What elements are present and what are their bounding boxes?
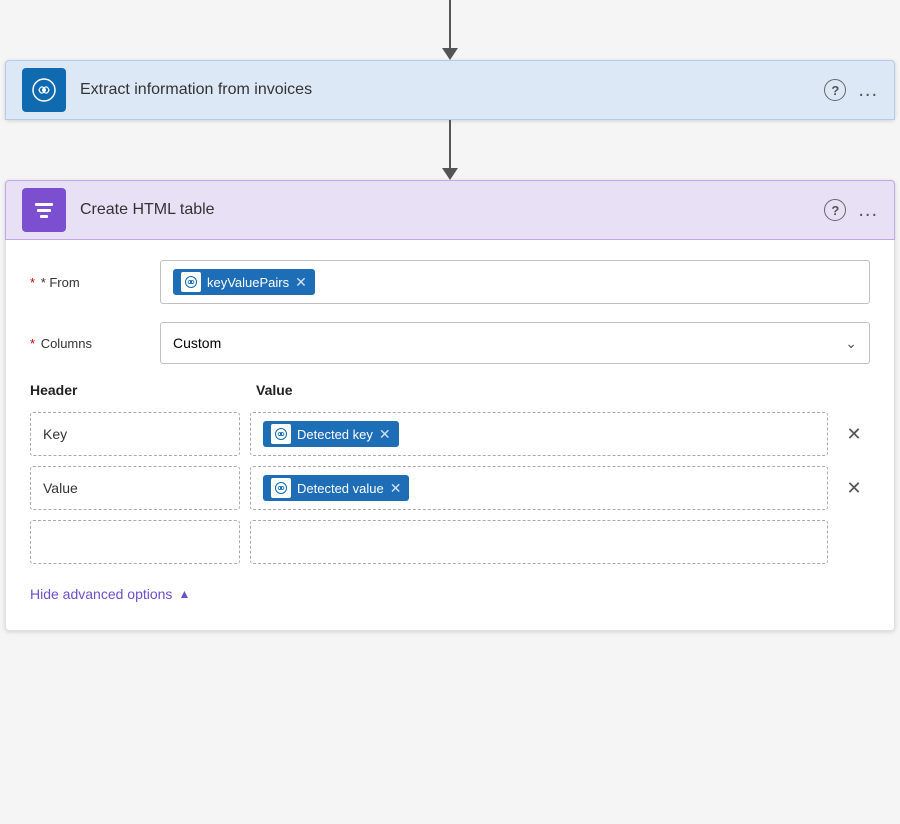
columns-header: Header Value [30,382,870,402]
from-token-chip: keyValuePairs ✕ [173,269,315,295]
html-table-card-body: * * From keyValuePairs ✕ [5,240,895,631]
row-key-value-cell[interactable]: Detected key ✕ [250,412,828,456]
row-empty-value-cell[interactable] [250,520,828,564]
from-row: * * From keyValuePairs ✕ [30,260,870,304]
columns-section: Header Value Key [30,382,870,564]
header-col-label: Header [30,382,240,398]
detected-value-chip-icon [271,478,291,498]
hide-advanced-options-label: Hide advanced options [30,586,172,602]
html-table-card: Create HTML table ? ... * * From [5,180,895,631]
row-key-header-cell[interactable]: Key [30,412,240,456]
html-table-card-header[interactable]: Create HTML table ? ... [5,180,895,240]
table-row: Value Detected value [30,466,870,510]
extract-card-header[interactable]: Extract information from invoices ? ... [5,60,895,120]
html-table-help-icon[interactable]: ? [824,199,846,221]
extract-card: Extract information from invoices ? ... [5,60,895,120]
row-value-delete-button[interactable]: ✕ [838,478,870,499]
html-table-card-actions: ? ... [824,199,878,222]
hide-advanced-options-link[interactable]: Hide advanced options ▲ [30,582,870,606]
from-label: * * From [30,275,160,290]
row-key-delete-button[interactable]: ✕ [838,424,870,445]
advanced-options-chevron-icon: ▲ [178,587,190,601]
detected-value-text: Detected value [297,481,384,496]
detected-key-remove[interactable]: ✕ [379,427,391,441]
from-token-remove[interactable]: ✕ [295,275,307,289]
detected-key-chip-icon [271,424,291,444]
row-key-header-text: Key [43,426,67,442]
extract-card-icon [22,68,66,112]
row-value-value-cell[interactable]: Detected value ✕ [250,466,828,510]
from-required-star: * [30,275,35,290]
detected-value-remove[interactable]: ✕ [390,481,402,495]
columns-chevron-icon: ⌄ [845,335,857,352]
table-row: Key Detected key [30,412,870,456]
html-table-card-icon [22,188,66,232]
row-value-header-text: Value [43,480,78,496]
columns-label: * Columns [30,336,160,351]
detected-key-text: Detected key [297,427,373,442]
table-row [30,520,870,564]
html-table-more-icon[interactable]: ... [858,199,878,222]
extract-card-actions: ? ... [824,79,878,102]
row-empty-header-cell[interactable] [30,520,240,564]
row-value-header-cell[interactable]: Value [30,466,240,510]
extract-more-icon[interactable]: ... [858,79,878,102]
from-token-text: keyValuePairs [207,275,289,290]
extract-card-title: Extract information from invoices [80,81,824,99]
from-token-icon [181,272,201,292]
columns-required-star: * [30,336,35,351]
columns-value: Custom [173,335,221,351]
mid-arrow-connector [442,120,458,180]
detected-value-chip: Detected value ✕ [263,475,409,501]
columns-select[interactable]: Custom ⌄ [160,322,870,364]
detected-key-chip: Detected key ✕ [263,421,399,447]
extract-help-icon[interactable]: ? [824,79,846,101]
from-input[interactable]: keyValuePairs ✕ [160,260,870,304]
top-arrow-connector [442,0,458,60]
value-col-label: Value [240,382,870,398]
html-table-card-title: Create HTML table [80,201,824,219]
columns-row: * Columns Custom ⌄ [30,322,870,364]
